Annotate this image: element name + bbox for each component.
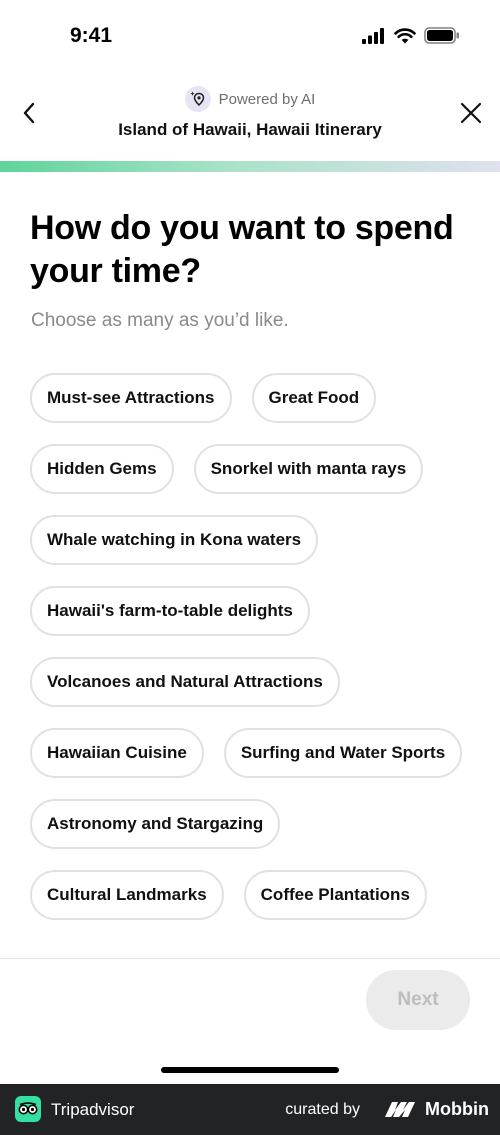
status-time: 9:41	[70, 24, 113, 47]
home-indicator	[161, 1067, 339, 1073]
attribution-bar: Tripadvisor curated by Mobbin	[0, 1084, 500, 1135]
progress-fill	[0, 161, 500, 172]
cellular-signal-icon	[362, 27, 384, 44]
battery-icon	[424, 27, 459, 44]
question-title: How do you want to spend your time?	[30, 209, 454, 290]
mobbin-brand: Mobbin	[425, 1099, 489, 1119]
option-chip[interactable]: Great Food	[251, 373, 377, 423]
curated-by-label: curated by	[285, 1101, 360, 1118]
option-chip[interactable]: Hawaii's farm-to-table delights	[30, 586, 310, 636]
option-chip[interactable]: Hidden Gems	[30, 444, 174, 494]
progress-bar	[0, 161, 500, 172]
option-chip[interactable]: Must-see Attractions	[30, 373, 232, 423]
option-chip[interactable]: Astronomy and Stargazing	[30, 799, 281, 849]
option-chip[interactable]: Hawaiian Cuisine	[30, 728, 204, 778]
option-chip[interactable]: Cultural Landmarks	[30, 870, 224, 920]
powered-by-label: Powered by AI	[218, 90, 316, 108]
footer-divider	[0, 958, 500, 959]
next-button[interactable]: Next	[366, 970, 470, 1030]
ai-location-icon	[184, 86, 211, 112]
option-chip[interactable]: Volcanoes and Natural Attractions	[30, 657, 340, 707]
tripadvisor-logo-icon	[15, 1096, 41, 1122]
powered-by-row: Powered by AI	[0, 86, 500, 112]
wifi-icon	[394, 27, 416, 43]
header: Powered by AI Island of Hawaii, Hawaii I…	[0, 78, 500, 158]
status-icons	[362, 27, 460, 44]
itinerary-title: Island of Hawaii, Hawaii Itinerary	[118, 120, 382, 139]
close-icon	[460, 102, 482, 124]
app-name: Tripadvisor	[51, 1100, 135, 1119]
close-button[interactable]	[456, 98, 486, 128]
option-chip[interactable]: Coffee Plantations	[243, 870, 427, 920]
option-chip[interactable]: Whale watching in Kona waters	[30, 515, 319, 565]
option-chip[interactable]: Snorkel with manta rays	[193, 444, 424, 494]
options-list: Must-see Attractions Great Food Hidden G…	[30, 373, 470, 920]
option-chip[interactable]: Surfing and Water Sports	[223, 728, 463, 778]
mobbin-logo-icon	[385, 1102, 415, 1117]
question-subtitle: Choose as many as you’d like.	[31, 310, 289, 331]
status-bar: 9:41	[0, 0, 500, 75]
